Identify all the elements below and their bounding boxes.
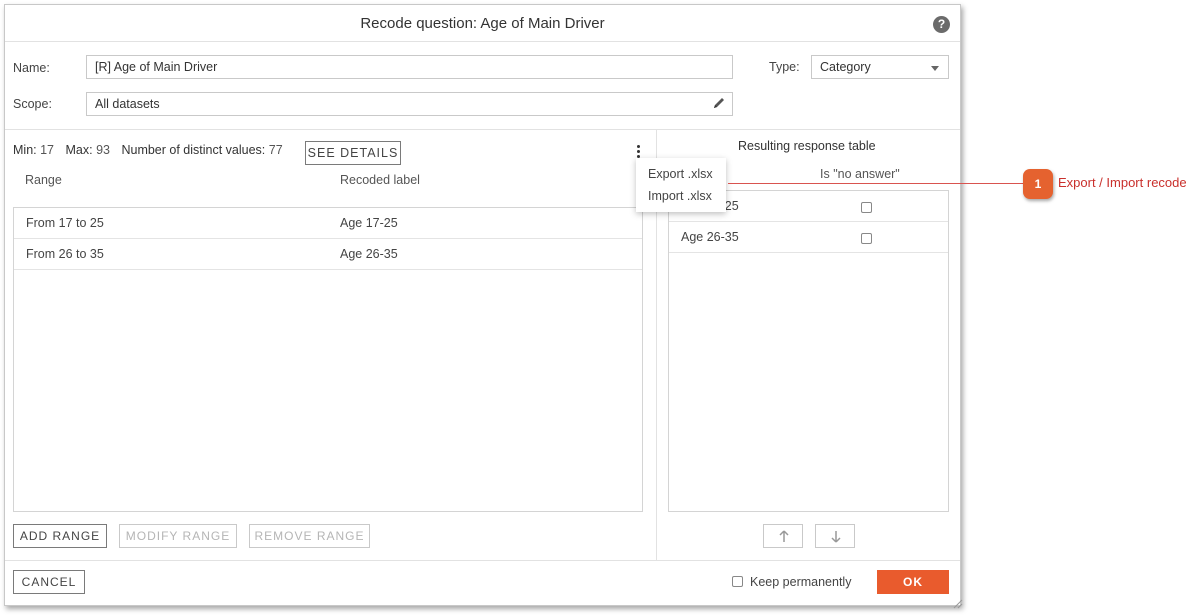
help-icon[interactable]: ? — [933, 16, 950, 33]
move-down-button[interactable] — [815, 524, 855, 548]
min-value: 17 — [40, 143, 55, 157]
range-column-header: Range — [25, 173, 62, 187]
form-divider — [5, 129, 960, 130]
scope-label: Scope: — [13, 97, 52, 111]
pencil-icon[interactable] — [712, 96, 726, 110]
ok-button[interactable]: OK — [877, 570, 949, 594]
callout-line — [728, 183, 1024, 184]
dialog-title: Recode question: Age of Main Driver — [5, 5, 960, 42]
arrow-up-icon — [779, 530, 789, 542]
no-answer-checkbox[interactable] — [861, 202, 872, 213]
scope-field-value: All datasets — [95, 97, 160, 111]
arrow-down-icon — [831, 531, 841, 543]
modify-range-button[interactable]: MODIFY RANGE — [119, 524, 237, 548]
min-label: Min: — [13, 143, 37, 157]
remove-range-button[interactable]: REMOVE RANGE — [249, 524, 370, 548]
distinct-value: 77 — [268, 143, 283, 157]
stats-row: Min: 17 Max: 93 Number of distinct value… — [13, 143, 283, 157]
type-select[interactable]: Category — [811, 55, 949, 79]
name-label: Name: — [13, 61, 50, 75]
range-cell: From 17 to 25 — [26, 216, 104, 230]
recoded-label-column-header: Recoded label — [340, 173, 420, 187]
callout-badge: 1 — [1023, 169, 1053, 199]
callout-text: Export / Import recode — [1058, 175, 1187, 190]
max-value: 93 — [96, 143, 110, 157]
no-answer-column-header: Is "no answer" — [820, 167, 900, 181]
type-label: Type: — [769, 60, 800, 74]
table-row[interactable]: From 17 to 25 Age 17-25 — [14, 208, 642, 239]
type-select-value: Category — [820, 60, 871, 74]
table-row[interactable]: From 26 to 35 Age 26-35 — [14, 239, 642, 270]
response-label: Age 26-35 — [681, 230, 739, 244]
chevron-down-icon — [931, 66, 939, 71]
see-details-button[interactable]: SEE DETAILS — [305, 141, 401, 165]
name-input-value: [R] Age of Main Driver — [95, 60, 218, 74]
menu-item-export[interactable]: Export .xlsx — [648, 167, 713, 181]
resize-grip-icon[interactable] — [951, 597, 963, 609]
response-table: Age 17-25 Age 26-35 — [668, 190, 949, 512]
label-cell: Age 17-25 — [340, 216, 398, 230]
label-cell: Age 26-35 — [340, 247, 398, 261]
list-item[interactable]: Age 26-35 — [669, 222, 948, 253]
recode-dialog: Recode question: Age of Main Driver ? Na… — [4, 4, 963, 609]
move-up-button[interactable] — [763, 524, 803, 548]
scope-field[interactable]: All datasets — [86, 92, 733, 116]
export-import-menu: Export .xlsx Import .xlsx — [636, 158, 726, 212]
keep-permanently-label: Keep permanently — [750, 575, 852, 589]
response-label-visible: 25 — [724, 199, 739, 213]
range-cell: From 26 to 35 — [26, 247, 104, 261]
response-table-title: Resulting response table — [738, 139, 876, 153]
no-answer-checkbox[interactable] — [861, 233, 872, 244]
ranges-table: From 17 to 25 Age 17-25 From 26 to 35 Ag… — [13, 207, 643, 512]
add-range-button[interactable]: ADD RANGE — [13, 524, 107, 548]
distinct-label: Number of distinct values: — [121, 143, 266, 157]
cancel-button[interactable]: CANCEL — [13, 570, 85, 594]
keep-permanently-checkbox[interactable] — [732, 576, 743, 587]
max-label: Max: — [65, 143, 93, 157]
name-input[interactable]: [R] Age of Main Driver — [86, 55, 733, 79]
menu-item-import[interactable]: Import .xlsx — [648, 189, 712, 203]
footer-divider — [5, 560, 960, 561]
